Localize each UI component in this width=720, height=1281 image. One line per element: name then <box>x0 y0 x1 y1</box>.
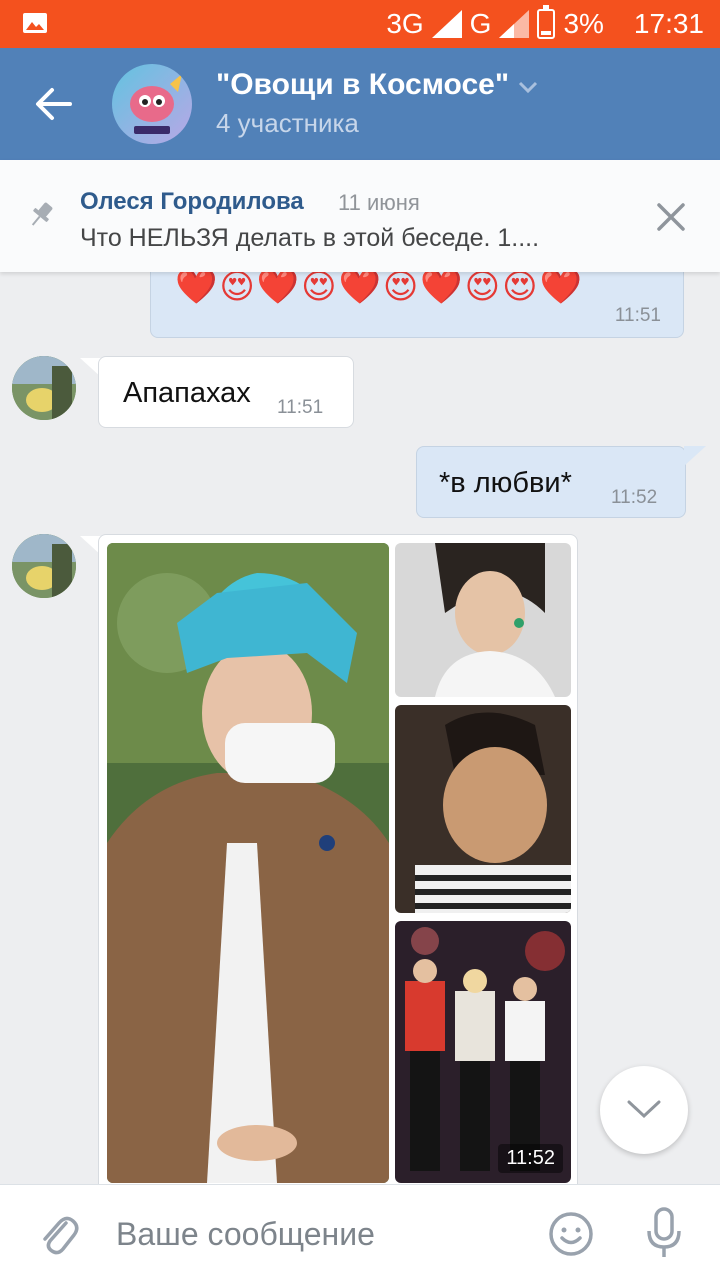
signal2-icon <box>499 10 530 38</box>
pin-icon <box>31 202 53 226</box>
message-time: 11:52 <box>498 1144 563 1173</box>
photo-3-image <box>395 705 571 913</box>
pinned-message[interactable]: Олеся Городилова 11 июня Что НЕЛЬЗЯ дела… <box>0 160 720 272</box>
bubble-tail <box>684 446 706 466</box>
photo-4[interactable]: 11:52 <box>395 921 571 1183</box>
message-time: 11:51 <box>614 305 661 326</box>
status-bar: 3G G 3% 17:31 <box>0 0 720 48</box>
participants-count: 4 участника <box>216 108 359 138</box>
network-label: 3G <box>386 8 424 39</box>
emoji-icon[interactable] <box>548 1211 594 1257</box>
photo-2-image <box>395 543 571 697</box>
signal-icon <box>431 10 462 38</box>
clock: 17:31 <box>633 8 704 39</box>
chat-title[interactable]: "Овощи в Космосе" <box>216 68 509 102</box>
group-avatar[interactable] <box>112 64 192 144</box>
pinned-date: 11 июня <box>338 190 420 215</box>
mic-icon[interactable] <box>644 1207 684 1259</box>
sender-avatar[interactable] <box>12 534 76 598</box>
sender-avatar-image <box>12 356 76 420</box>
photo-3[interactable] <box>395 705 571 913</box>
attach-icon[interactable] <box>36 1211 80 1259</box>
pinned-author: Олеся Городилова <box>80 188 304 215</box>
close-icon[interactable] <box>654 200 688 234</box>
group-avatar-image <box>112 64 192 144</box>
sender-avatar[interactable] <box>12 356 76 420</box>
chevron-down-icon[interactable] <box>518 80 538 94</box>
sender-avatar-image <box>12 534 76 598</box>
status-indicators: 3G G 3% 17:31 <box>386 5 704 42</box>
message-incoming[interactable]: Апапахах 11:51 <box>98 356 354 428</box>
message-text: *в любви* <box>439 467 572 499</box>
photo-1[interactable] <box>107 543 389 1183</box>
photo-2[interactable] <box>395 543 571 697</box>
scroll-down-button[interactable] <box>600 1066 688 1154</box>
message-time: 11:52 <box>611 487 658 508</box>
message-text: ❤️😍❤️😍❤️😍❤️😍😍❤️ <box>175 268 584 306</box>
message-text: Апапахах <box>123 377 251 409</box>
battery-percent: 3% <box>563 8 604 39</box>
back-arrow-icon[interactable] <box>30 84 80 124</box>
battery-icon <box>537 5 556 39</box>
pinned-text: Что НЕЛЬЗЯ делать в этой беседе. 1.... <box>80 224 540 252</box>
message-composer <box>0 1184 720 1281</box>
photo-1-image <box>107 543 389 1183</box>
message-photos[interactable]: 11:52 <box>98 534 578 1194</box>
message-time: 11:51 <box>277 397 324 418</box>
network2-label: G <box>469 8 492 39</box>
message-input[interactable] <box>114 1209 518 1259</box>
message-outgoing[interactable]: *в любви* 11:52 <box>416 446 686 518</box>
chat-header: "Овощи в Космосе" 4 участника <box>0 48 720 160</box>
scroll-down-icon <box>627 1100 661 1119</box>
image-notification-icon <box>23 13 47 33</box>
